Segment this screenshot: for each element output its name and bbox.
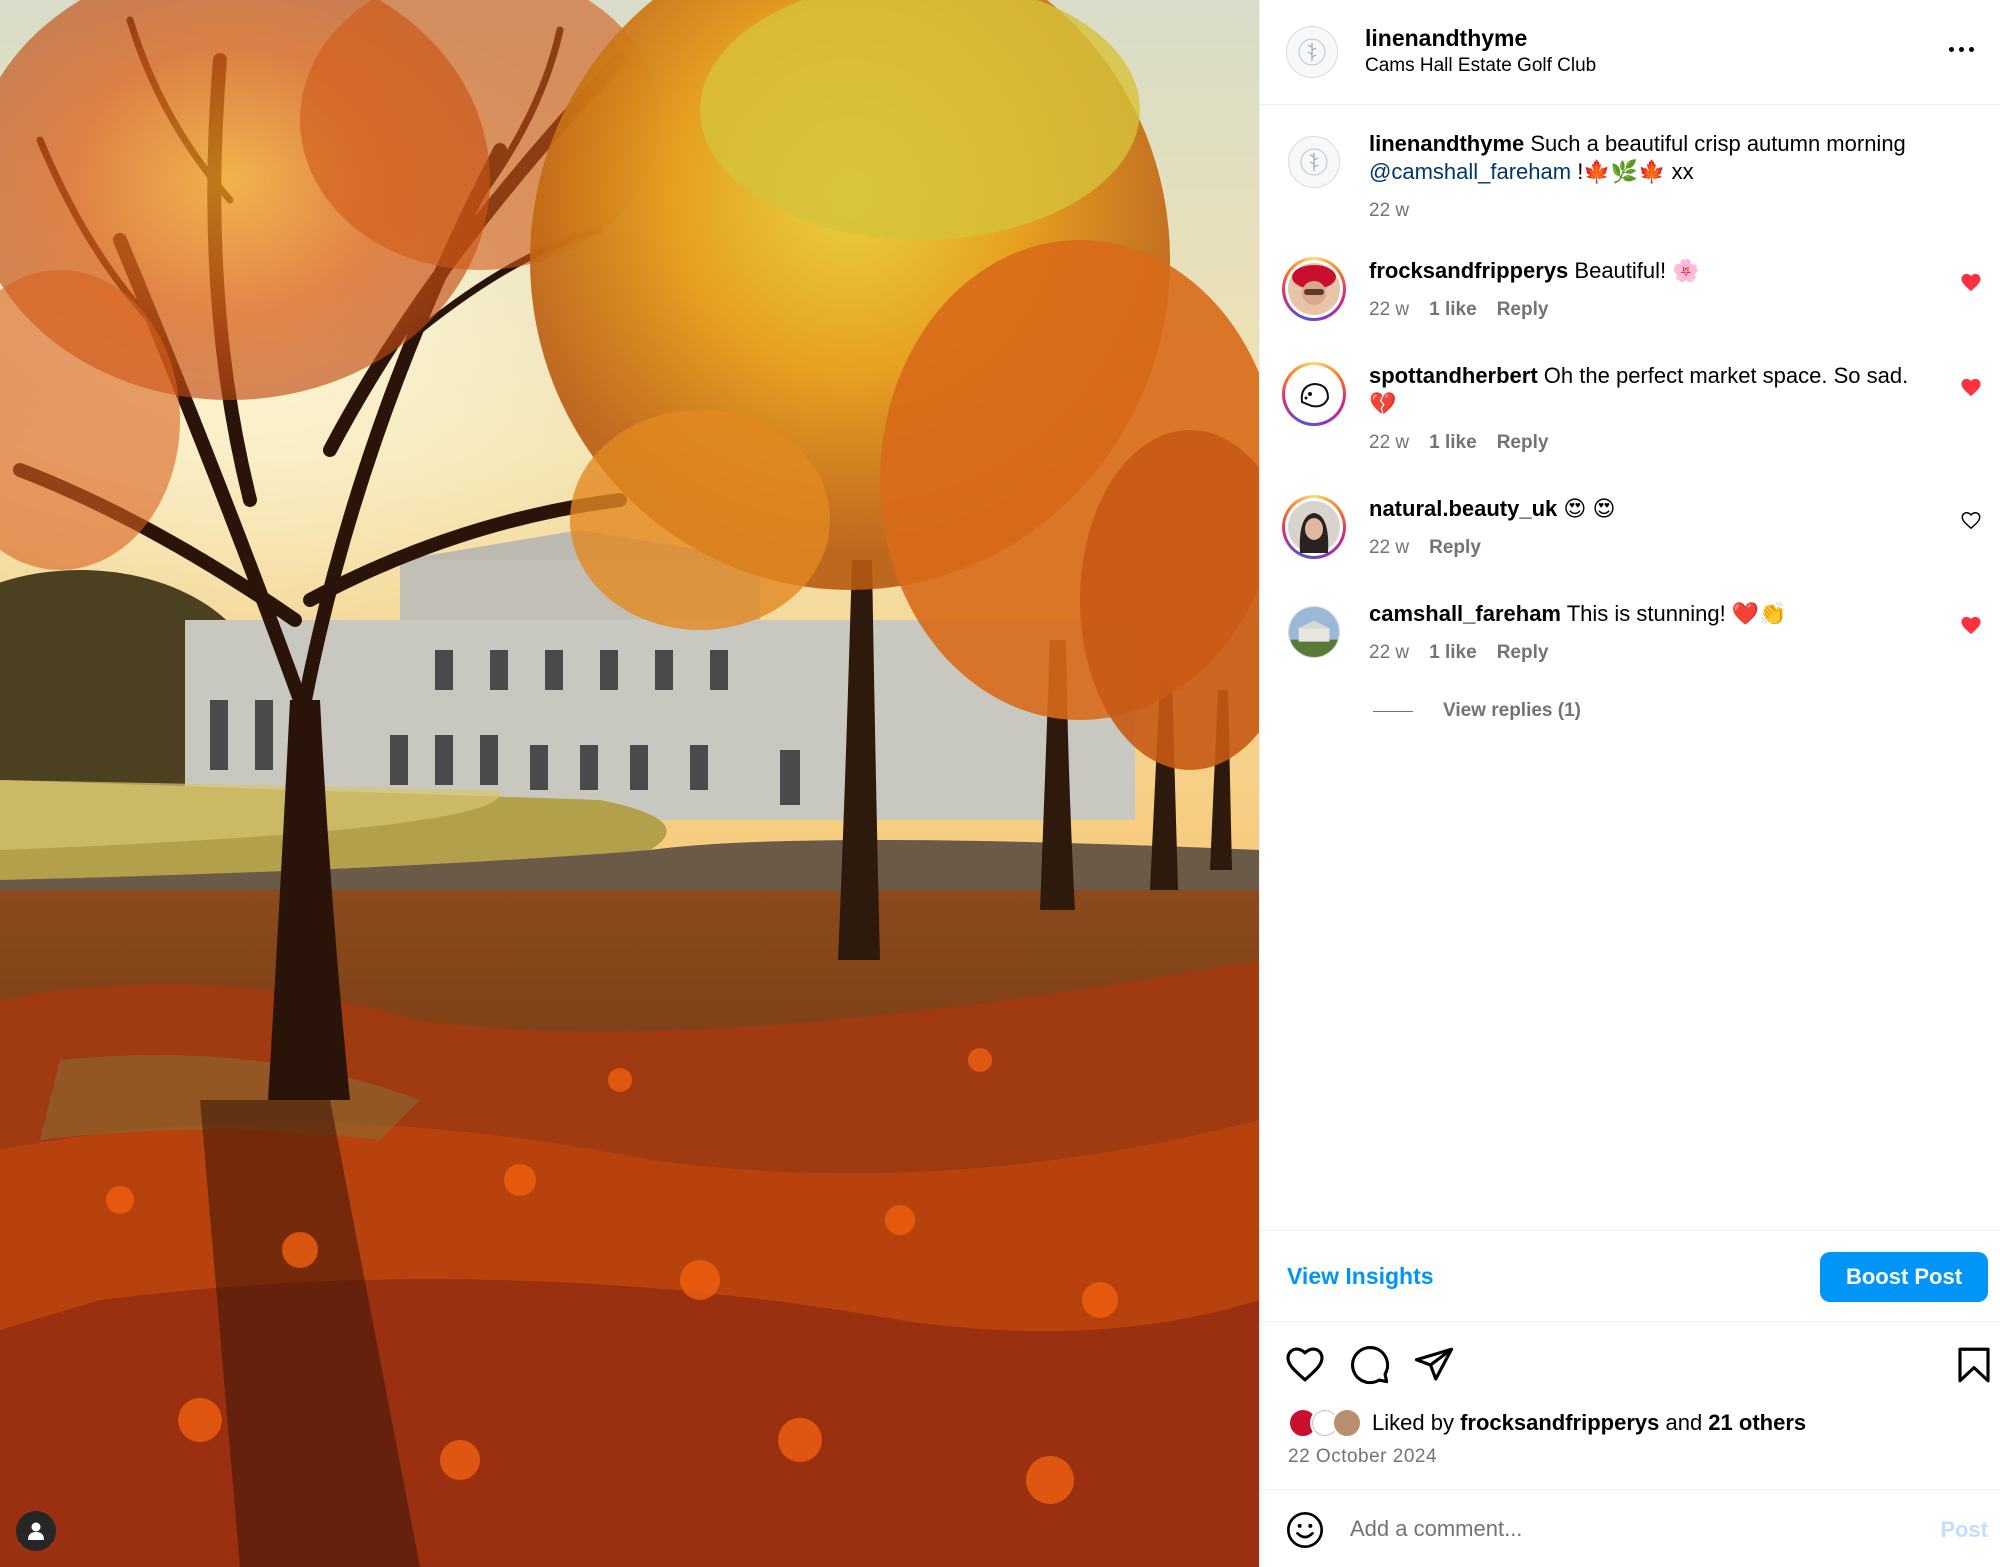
- commenter-avatar[interactable]: [1282, 257, 1346, 321]
- post-details-panel: linenandthyme Cams Hall Estate Golf Club…: [1259, 0, 2000, 1567]
- commenter-avatar[interactable]: [1282, 362, 1346, 426]
- comment-icon[interactable]: [1349, 1344, 1391, 1386]
- post-photo[interactable]: [0, 0, 1259, 1567]
- comment-time[interactable]: 22 w: [1369, 299, 1409, 321]
- comment-likes[interactable]: 1 like: [1429, 299, 1477, 321]
- likes-middle: and: [1659, 1410, 1709, 1435]
- comments-list: linenandthyme Such a beautiful crisp aut…: [1260, 105, 2000, 1230]
- caption-time[interactable]: 22 w: [1369, 200, 1409, 222]
- reply-button[interactable]: Reply: [1429, 537, 1481, 559]
- first-liker-username[interactable]: frocksandfripperys: [1460, 1410, 1659, 1435]
- post-header: linenandthyme Cams Hall Estate Golf Club: [1260, 0, 2000, 105]
- boost-post-button[interactable]: Boost Post: [1820, 1252, 1988, 1302]
- more-options-button[interactable]: [1943, 34, 1979, 64]
- post-actions: Liked by frocksandfripperys and 21 other…: [1260, 1322, 2000, 1490]
- liker-avatar: [1332, 1408, 1362, 1438]
- caption-username[interactable]: linenandthyme: [1369, 131, 1524, 156]
- post-date[interactable]: 22 October 2024: [1288, 1446, 1437, 1468]
- linen-thyme-logo-icon: [1298, 38, 1326, 66]
- avatar-photo: [1288, 263, 1340, 315]
- view-insights-link[interactable]: View Insights: [1287, 1263, 1434, 1290]
- autumn-photo-image: [0, 0, 1259, 1567]
- comment-text: 😍 😍: [1557, 496, 1616, 521]
- user-tag-icon: [28, 1522, 44, 1540]
- comment-time[interactable]: 22 w: [1369, 432, 1409, 454]
- view-replies-button[interactable]: View replies (1): [1373, 700, 1581, 722]
- reply-button[interactable]: Reply: [1497, 432, 1549, 454]
- likes-prefix: Liked by: [1372, 1410, 1461, 1435]
- comment-username[interactable]: frocksandfripperys: [1369, 258, 1568, 283]
- caption-avatar[interactable]: [1282, 130, 1346, 194]
- bookmark-icon[interactable]: [1953, 1344, 1995, 1386]
- comment-time[interactable]: 22 w: [1369, 642, 1409, 664]
- author-avatar[interactable]: [1286, 26, 1338, 78]
- share-icon[interactable]: [1413, 1344, 1455, 1386]
- comment-input[interactable]: [1350, 1508, 1870, 1550]
- author-username[interactable]: linenandthyme: [1365, 24, 1596, 52]
- post-comment-button[interactable]: Post: [1940, 1517, 1988, 1543]
- caption-suffix: !🍁🌿🍁 xx: [1571, 159, 1694, 184]
- commenter-avatar[interactable]: [1282, 600, 1346, 664]
- view-replies-label: View replies (1): [1443, 700, 1581, 721]
- insights-bar: View Insights Boost Post: [1260, 1230, 2000, 1322]
- avatar-photo: [1288, 501, 1340, 553]
- liker-avatars[interactable]: [1288, 1408, 1362, 1438]
- reply-button[interactable]: Reply: [1497, 642, 1549, 664]
- add-comment-bar: Post: [1260, 1490, 2000, 1567]
- replies-divider: [1373, 710, 1413, 712]
- comment-likes[interactable]: 1 like: [1429, 432, 1477, 454]
- linen-thyme-logo-icon: [1300, 148, 1328, 176]
- comment-likes[interactable]: 1 like: [1429, 642, 1477, 664]
- comment-text: This is stunning! ❤️👏: [1561, 601, 1787, 626]
- avatar-photo: [1289, 607, 1339, 657]
- heart-icon[interactable]: [1284, 1344, 1326, 1386]
- emoji-icon[interactable]: [1285, 1510, 1325, 1550]
- comment-text: Beautiful! 🌸: [1568, 258, 1700, 283]
- comment-like-heart-icon[interactable]: [1960, 377, 1982, 397]
- comment-like-heart-icon[interactable]: [1960, 510, 1982, 530]
- likes-summary: Liked by frocksandfripperys and 21 other…: [1288, 1408, 1806, 1438]
- more-icon: [1948, 46, 1954, 52]
- user-tag-button[interactable]: [16, 1511, 56, 1551]
- comment-like-heart-icon[interactable]: [1960, 615, 1982, 635]
- comment-username[interactable]: natural.beauty_uk: [1369, 496, 1557, 521]
- post-location[interactable]: Cams Hall Estate Golf Club: [1365, 52, 1596, 80]
- caption-mention[interactable]: @camshall_fareham: [1369, 159, 1571, 184]
- comment-username[interactable]: camshall_fareham: [1369, 601, 1561, 626]
- commenter-avatar[interactable]: [1282, 495, 1346, 559]
- likes-others-link[interactable]: 21 others: [1708, 1410, 1806, 1435]
- avatar-photo: [1288, 368, 1340, 420]
- comment-time[interactable]: 22 w: [1369, 537, 1409, 559]
- comment-username[interactable]: spottandherbert: [1369, 363, 1538, 388]
- caption-text: Such a beautiful crisp autumn morning: [1524, 131, 1906, 156]
- reply-button[interactable]: Reply: [1497, 299, 1549, 321]
- comment-like-heart-icon[interactable]: [1960, 272, 1982, 292]
